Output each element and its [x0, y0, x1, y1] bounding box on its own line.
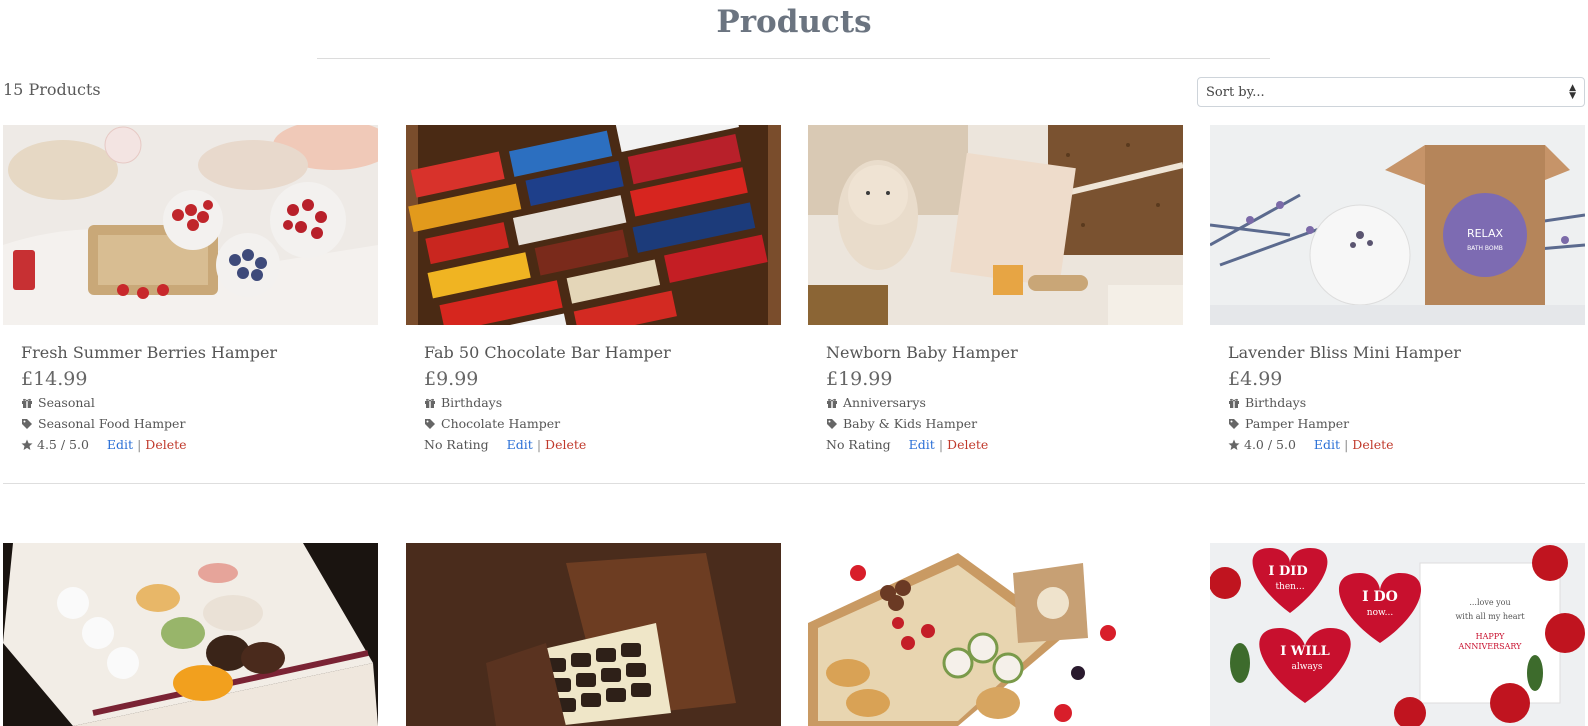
edit-link[interactable]: Edit [507, 437, 533, 452]
delete-link[interactable]: Delete [145, 437, 186, 452]
rating-value: 4.0 / 5.0 [1244, 437, 1296, 452]
product-price: £4.99 [1228, 368, 1283, 390]
type-label: Seasonal Food Hamper [38, 416, 186, 431]
product-category: Anniversarys [826, 395, 1165, 410]
product-actions: 4.0 / 5.0 Edit | Delete [1228, 437, 1567, 452]
action-separator: | [137, 437, 142, 452]
gift-icon [1229, 398, 1239, 408]
gift-icon [22, 398, 32, 408]
product-card [406, 543, 781, 726]
title-divider [317, 58, 1270, 59]
product-actions: 4.5 / 5.0 Edit | Delete [21, 437, 360, 452]
product-image-picnic[interactable] [808, 543, 1183, 726]
product-image-berries[interactable] [3, 125, 378, 325]
product-card: Fresh Summer Berries Hamper £14.99 Seaso… [3, 125, 378, 452]
rating-value: No Rating [826, 437, 891, 452]
product-card: Newborn Baby Hamper £19.99 Anniversarys … [808, 125, 1183, 452]
category-label: Birthdays [1245, 395, 1307, 410]
product-type: Chocolate Hamper [424, 416, 763, 431]
product-actions: No Rating Edit | Delete [826, 437, 1165, 452]
lavender-sub-text: BATH BOMB [1467, 245, 1503, 252]
rating-value: 4.5 / 5.0 [37, 437, 89, 452]
product-card: RELAX BATH BOMB Lavender Bliss Mini Hamp… [1210, 125, 1585, 452]
product-image-lavender[interactable]: RELAX BATH BOMB [1210, 125, 1585, 325]
delete-link[interactable]: Delete [1352, 437, 1393, 452]
category-label: Birthdays [441, 395, 503, 410]
product-type: Baby & Kids Hamper [826, 416, 1165, 431]
product-type: Pamper Hamper [1228, 416, 1567, 431]
gift-icon [827, 398, 837, 408]
delete-link[interactable]: Delete [545, 437, 586, 452]
heart2-line2: now... [1367, 608, 1394, 618]
product-category: Birthdays [424, 395, 763, 410]
heart3-line1: I WILL [1280, 644, 1330, 659]
product-card: I DID then... I DO now... I WILL always … [1210, 543, 1585, 726]
action-separator: | [1344, 437, 1349, 452]
note-line2: with all my heart [1455, 612, 1525, 621]
product-image-baby[interactable] [808, 125, 1183, 325]
select-arrows-icon: ▲ ▼ [1569, 83, 1576, 101]
product-rating: 4.0 / 5.0 [1228, 437, 1296, 452]
tag-icon [1229, 418, 1239, 429]
product-name[interactable]: Fresh Summer Berries Hamper [21, 343, 360, 362]
note-line4: ANNIVERSARY [1458, 642, 1523, 651]
action-separator: | [536, 437, 542, 452]
product-rating: No Rating [424, 437, 489, 452]
category-label: Seasonal [38, 395, 95, 410]
tag-icon [827, 418, 837, 429]
note-line3: HAPPY [1476, 632, 1506, 641]
product-actions: No Rating Edit | Delete [424, 437, 763, 452]
product-name[interactable]: Lavender Bliss Mini Hamper [1228, 343, 1567, 362]
action-separator: | [938, 437, 944, 452]
product-name[interactable]: Newborn Baby Hamper [826, 343, 1165, 362]
product-count: 15 Products [3, 80, 101, 99]
heart1-line1: I DID [1268, 564, 1307, 579]
product-rating: No Rating [826, 437, 891, 452]
tag-icon [22, 418, 32, 429]
delete-link[interactable]: Delete [947, 437, 988, 452]
product-image-chocolate[interactable] [406, 125, 781, 325]
product-image-anniversary[interactable]: I DID then... I DO now... I WILL always … [1210, 543, 1585, 726]
product-category: Seasonal [21, 395, 360, 410]
category-label: Anniversarys [843, 395, 926, 410]
product-price: £19.99 [826, 368, 893, 390]
sort-select-label: Sort by... [1206, 84, 1265, 100]
product-price: £14.99 [21, 368, 88, 390]
tag-icon [425, 418, 435, 429]
product-card [808, 543, 1183, 726]
star-icon [21, 439, 33, 450]
product-image-sweets[interactable] [3, 543, 378, 726]
product-card [3, 543, 378, 726]
edit-link[interactable]: Edit [1314, 437, 1340, 452]
type-label: Chocolate Hamper [441, 416, 561, 431]
product-rating: 4.5 / 5.0 [21, 437, 89, 452]
product-type: Seasonal Food Hamper [21, 416, 360, 431]
type-label: Baby & Kids Hamper [843, 416, 978, 431]
note-line1: ...love you [1469, 598, 1510, 607]
product-image-truffles[interactable] [406, 543, 781, 726]
sort-select[interactable]: Sort by... ▲ ▼ [1197, 77, 1585, 107]
heart2-line1: I DO [1362, 589, 1398, 605]
product-name[interactable]: Fab 50 Chocolate Bar Hamper [424, 343, 763, 362]
product-category: Birthdays [1228, 395, 1567, 410]
lavender-brand-text: RELAX [1467, 227, 1503, 240]
product-card: Fab 50 Chocolate Bar Hamper £9.99 Birthd… [406, 125, 781, 452]
rating-value: No Rating [424, 437, 489, 452]
gift-icon [425, 398, 435, 408]
heart3-line2: always [1291, 662, 1322, 672]
type-label: Pamper Hamper [1245, 416, 1350, 431]
page-title: Products [716, 4, 872, 40]
edit-link[interactable]: Edit [107, 437, 133, 452]
row-divider [3, 483, 1585, 484]
star-icon [1228, 439, 1240, 450]
heart1-line2: then... [1275, 582, 1304, 592]
edit-link[interactable]: Edit [909, 437, 935, 452]
product-price: £9.99 [424, 368, 479, 390]
